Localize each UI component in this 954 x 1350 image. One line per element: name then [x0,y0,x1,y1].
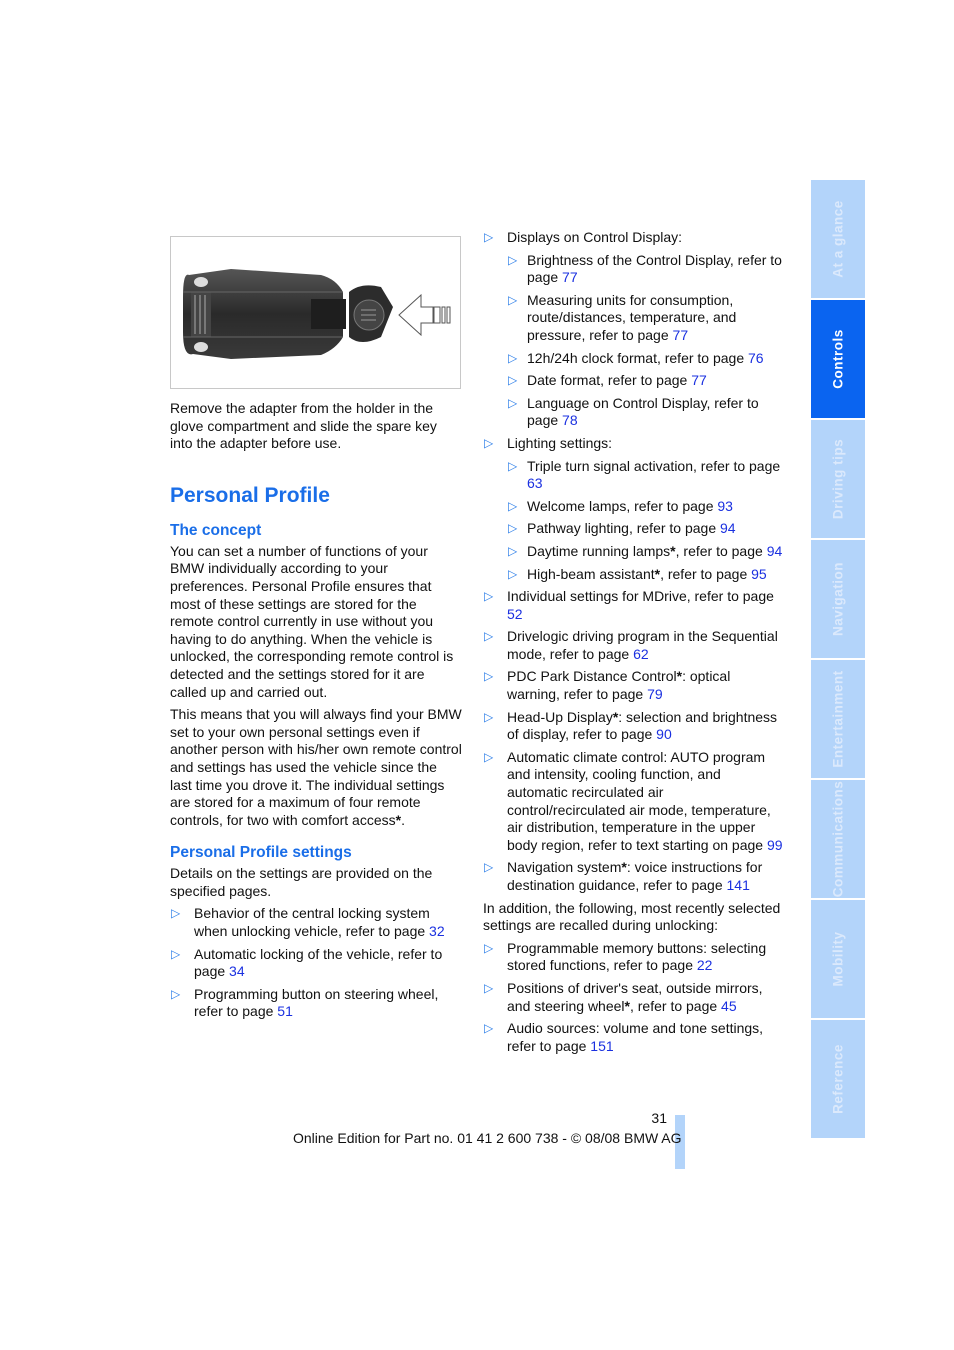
recalled-list: ▷ Programmable memory buttons: selecting … [483,940,783,1056]
triangle-bullet-icon: ▷ [508,521,518,536]
settings-heading: Personal Profile settings [170,844,352,862]
tab-entertainment[interactable]: Entertainment [811,660,865,778]
lighting-sublist: ▷ Triple turn signal activation, refer to… [507,458,783,584]
triangle-bullet-icon: ▷ [484,749,494,764]
list-item: ▷ Navigation system*: voice instructions … [484,859,763,893]
page-link[interactable]: 99 [767,837,783,853]
triangle-bullet-icon: ▷ [484,980,494,995]
list-item: ▷ Date format, refer to page 77 [508,372,707,389]
list-item: ▷ Welcome lamps, refer to page 93 [508,497,733,514]
triangle-bullet-icon: ▷ [484,629,494,644]
tab-navigation[interactable]: Navigation [811,540,865,658]
list-item: ▷ Automatic climate control: AUTO program… [484,748,783,853]
page-link[interactable]: 45 [721,998,737,1014]
intro-text: Remove the adapter from the holder in th… [170,400,437,452]
page-link[interactable]: 94 [767,543,783,559]
page-link[interactable]: 95 [751,566,767,582]
page-link[interactable]: 77 [562,269,578,285]
page-link[interactable]: 34 [229,963,245,979]
list-item: ▷ Drivelogic driving program in the Seque… [484,628,778,662]
list-item: ▷ Measuring units for consumption, route/… [508,291,737,343]
displays-sublist: ▷ Brightness of the Control Display, refe… [507,252,783,430]
page-link[interactable]: 77 [691,372,707,388]
concept-heading: The concept [170,521,262,539]
list-item: ▷ PDC Park Distance Control*: optical war… [484,668,731,703]
list-item: ▷ Individual settings for MDrive, refer t… [484,588,774,622]
page-link[interactable]: 77 [673,327,689,343]
list-item: ▷ Language on Control Display, refer to p… [508,394,759,429]
triangle-bullet-icon: ▷ [508,458,518,473]
triangle-bullet-icon: ▷ [508,292,518,307]
triangle-bullet-icon: ▷ [484,940,494,955]
triangle-bullet-icon: ▷ [171,946,181,961]
list-item-lighting: ▷ Lighting settings: ▷ Triple turn signal … [484,434,783,584]
list-item: ▷ Programming button on steering wheel, r… [171,985,439,1020]
list-item: ▷ High-beam assistant*, refer to page 95 [508,565,767,582]
chapter-tabs: At a glance Controls Driving tips Naviga… [811,180,865,1140]
list-item: ▷ 12h/24h clock format, refer to page 76 [508,349,764,366]
page-link[interactable]: 94 [720,520,736,536]
triangle-bullet-icon: ▷ [484,860,494,875]
page-link[interactable]: 151 [590,1038,613,1054]
list-item: ▷ Brightness of the Control Display, refe… [508,251,782,286]
triangle-bullet-icon: ▷ [484,435,494,450]
page-link[interactable]: 78 [562,412,578,428]
list-item: ▷ Audio sources: volume and tone settings… [484,1020,764,1054]
list-item: ▷ Programmable memory buttons: selecting … [484,939,767,974]
settings-intro: Details on the settings are provided on … [170,865,433,899]
list-item: ▷ Pathway lighting, refer to page 94 [508,520,736,537]
remote-key-illustration [183,269,451,359]
page-number: 31 [651,1110,667,1126]
tab-controls[interactable]: Controls [811,300,865,418]
concept-paragraph-2: This means that you will always find you… [170,706,462,828]
list-item-displays: ▷ Displays on Control Display: ▷ Brightnes… [484,229,783,430]
list-item: ▷ Automatic locking of the vehicle, refer… [171,945,443,980]
left-column: Remove the adapter from the holder in th… [170,236,462,1026]
addition-text: In addition, the following, most recentl… [483,899,781,934]
settings-list: ▷ Behavior of the central locking system … [170,905,462,1021]
spare-key-figure [170,236,461,389]
page-link[interactable]: 90 [656,726,672,742]
triangle-bullet-icon: ▷ [484,1021,494,1036]
triangle-bullet-icon: ▷ [484,709,494,724]
list-item: ▷ Behavior of the central locking system … [171,905,445,940]
tab-at-a-glance[interactable]: At a glance [811,180,865,298]
list-item: ▷ Daytime running lamps*, refer to page 9… [508,542,783,559]
triangle-bullet-icon: ▷ [508,373,518,388]
page-link[interactable]: 63 [527,475,543,491]
page-link[interactable]: 141 [727,877,750,893]
tab-mobility[interactable]: Mobility [811,900,865,1018]
list-item: ▷ Positions of driver's seat, outside mir… [484,979,763,1014]
triangle-bullet-icon: ▷ [508,350,518,365]
list-item: ▷ Head-Up Display*: selection and brightn… [484,708,778,743]
page-link[interactable]: 62 [633,646,649,662]
footer-text: Online Edition for Part no. 01 41 2 600 … [293,1130,682,1146]
triangle-bullet-icon: ▷ [484,669,494,684]
page-link[interactable]: 51 [277,1003,293,1019]
right-column: ▷ Displays on Control Display: ▷ Brightnes… [483,229,783,1060]
page-link[interactable]: 32 [429,923,445,939]
page-link[interactable]: 79 [647,686,663,702]
settings-list-continued: ▷ Displays on Control Display: ▷ Brightnes… [483,229,783,895]
page-link[interactable]: 22 [697,957,713,973]
triangle-bullet-icon: ▷ [171,906,181,921]
list-item: ▷ Triple turn signal activation, refer to… [508,457,781,492]
triangle-bullet-icon: ▷ [508,566,518,581]
triangle-bullet-icon: ▷ [484,589,494,604]
tab-reference[interactable]: Reference [811,1020,865,1138]
page-title: Personal Profile [170,483,330,507]
triangle-bullet-icon: ▷ [508,543,518,558]
concept-paragraph-1: You can set a number of functions of you… [170,542,454,700]
triangle-bullet-icon: ▷ [171,986,181,1001]
triangle-bullet-icon: ▷ [508,498,518,513]
tab-communications[interactable]: Communications [811,780,865,898]
tab-driving-tips[interactable]: Driving tips [811,420,865,538]
triangle-bullet-icon: ▷ [484,230,494,244]
page-link[interactable]: 76 [748,350,764,366]
page-link[interactable]: 93 [717,498,733,514]
triangle-bullet-icon: ▷ [508,395,518,410]
triangle-bullet-icon: ▷ [508,252,518,267]
page-link[interactable]: 52 [507,606,523,622]
